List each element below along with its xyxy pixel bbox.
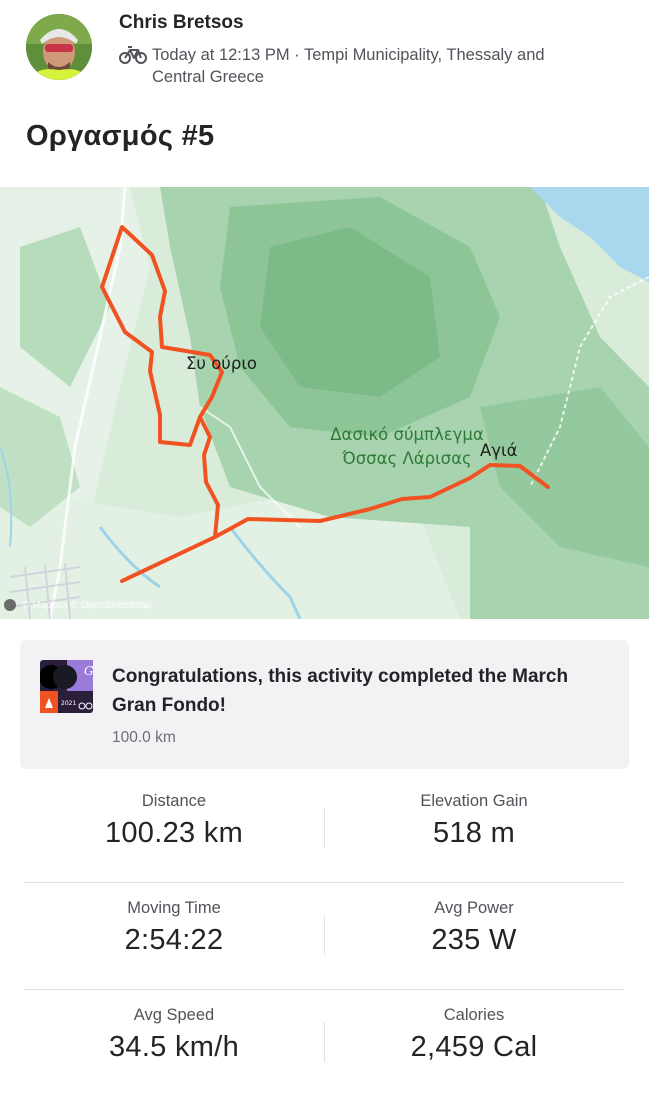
stat-label: Calories xyxy=(443,1006,505,1024)
bike-icon xyxy=(119,46,147,64)
stat-value: 235 W xyxy=(431,924,517,956)
badge-letter: G xyxy=(84,664,93,678)
route-map[interactable]: Δασικό σύμπλεγμα Όσσας Λάρισας Συ ούριο … xyxy=(0,187,649,619)
stat-value: 100.23 km xyxy=(104,817,244,849)
map-label-town: Συ ούριο xyxy=(186,354,258,373)
challenge-message: Congratulations, this activity completed… xyxy=(112,666,569,716)
attribution-text: © Mapbox © OpenStreetMap xyxy=(22,599,152,611)
avatar[interactable] xyxy=(26,14,92,80)
activity-timestamp: Today at 12:13 PM xyxy=(152,46,290,64)
info-icon[interactable] xyxy=(4,599,16,611)
challenge-detail: 100.0 km xyxy=(112,729,176,746)
stat-elevation-gain: Elevation Gain 518 m xyxy=(324,776,624,850)
map-canvas xyxy=(0,187,649,619)
map-attribution[interactable]: © Mapbox © OpenStreetMap xyxy=(4,599,151,611)
stat-value: 34.5 km/h xyxy=(108,1031,240,1063)
stats-row: Moving Time 2:54:22 Avg Power 235 W xyxy=(24,883,624,990)
badge-year: 2021 xyxy=(61,700,76,707)
stat-calories: Calories 2,459 Cal xyxy=(324,990,624,1064)
challenge-badge-icon: G 2021 xyxy=(40,660,93,713)
stat-label: Avg Speed xyxy=(133,1006,215,1024)
stat-avg-speed: Avg Speed 34.5 km/h xyxy=(24,990,324,1064)
stat-value: 2,459 Cal xyxy=(410,1031,538,1063)
activity-meta: Today at 12:13 PM · Tempi Municipality, … xyxy=(119,44,619,88)
stat-label: Elevation Gain xyxy=(420,792,528,810)
stat-distance: Distance 100.23 km xyxy=(24,776,324,850)
stat-value: 518 m xyxy=(432,817,516,849)
athlete-name[interactable]: Chris Bretsos xyxy=(119,12,244,34)
challenge-card[interactable]: G 2021 Congratulations, this activity co… xyxy=(20,640,629,769)
activity-title: Οργασμός #5 xyxy=(26,120,215,152)
activity-meta-text: Today at 12:13 PM · Tempi Municipality, … xyxy=(152,46,545,86)
stats-row: Avg Speed 34.5 km/h Calories 2,459 Cal xyxy=(24,990,624,1096)
stat-moving-time: Moving Time 2:54:22 xyxy=(24,883,324,957)
map-label-forest: Δασικό σύμπλεγμα Όσσας Λάρισας xyxy=(330,425,484,468)
stat-label: Avg Power xyxy=(434,899,514,917)
stat-avg-power: Avg Power 235 W xyxy=(324,883,624,957)
activity-header: Chris Bretsos Today at 12:13 PM · Tempi … xyxy=(0,0,649,110)
stat-value: 2:54:22 xyxy=(124,924,224,956)
map-label-town: Αγιά xyxy=(480,441,518,460)
stat-label: Distance xyxy=(141,792,207,810)
stats-grid: Distance 100.23 km Elevation Gain 518 m … xyxy=(24,776,624,1096)
stats-row: Distance 100.23 km Elevation Gain 518 m xyxy=(24,776,624,883)
stat-label: Moving Time xyxy=(127,899,221,917)
